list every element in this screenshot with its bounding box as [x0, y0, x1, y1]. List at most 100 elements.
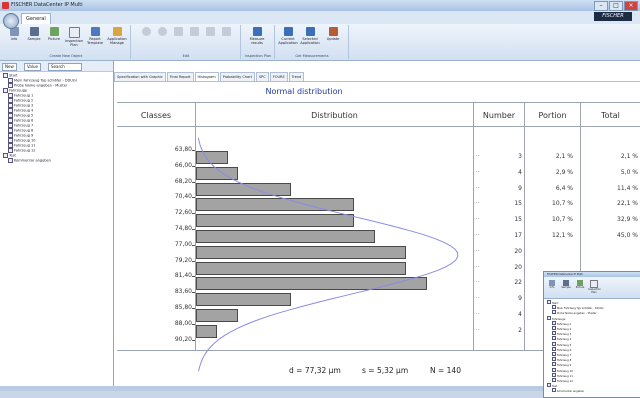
ribbon-button-measure-results[interactable]: Measure results [247, 27, 267, 45]
number-cell: 15 [514, 216, 522, 224]
row-marker: .. [476, 199, 480, 206]
minimize-button[interactable]: – [594, 1, 608, 11]
axis-tick [192, 276, 195, 278]
ribbon-button-current-application[interactable]: Current Application [278, 27, 298, 45]
row-marker: .. [476, 278, 480, 285]
document-icon [68, 27, 80, 38]
row-marker: .. [476, 152, 480, 158]
class-label: 66,00 [174, 161, 192, 169]
tree-item-label: Fahrzeug 11 [14, 143, 36, 148]
row-marker: .. [476, 262, 480, 269]
ribbon-button-sample[interactable]: Sample [24, 27, 44, 41]
row-marker: .. [476, 215, 480, 222]
new-button[interactable]: New [2, 63, 17, 71]
measure-icon [252, 27, 262, 36]
ribbon-button-info[interactable]: Info [4, 27, 24, 41]
search-button[interactable]: Search [48, 63, 82, 71]
checkbox-icon[interactable] [552, 367, 556, 372]
axis-tick [192, 308, 195, 309]
portion-cell: 2,1 % [555, 153, 573, 160]
thumbnail-picture-button: Picture [574, 280, 586, 289]
checkbox-icon[interactable] [552, 331, 556, 336]
checkbox-icon[interactable] [547, 300, 551, 304]
tree-item-label: Probe Name angeben - Muster [557, 312, 597, 316]
tree-item[interactable]: Probe Name angeben - Muster [547, 310, 603, 315]
tree-item-label: Fahrzeug 5 [14, 113, 34, 118]
checkbox-icon[interactable] [552, 346, 556, 351]
tree-item-label: Fahrzeug 3 [14, 103, 34, 108]
ribbon-button-inspection-plan[interactable]: Inspection Plan [64, 27, 84, 47]
chart-title: Normal distribution [265, 87, 343, 96]
tree-item-label: Probe Name angeben - Muster [14, 83, 68, 88]
number-cell: 22 [514, 279, 522, 287]
ribbon-group-label: Create New Object [49, 54, 83, 58]
magnifier-icon [157, 27, 167, 36]
maximize-button[interactable]: □ [609, 1, 623, 11]
checkbox-icon[interactable] [552, 352, 556, 357]
class-label: 88,00 [174, 319, 192, 327]
number-cell: 20 [514, 247, 522, 255]
checkbox-icon[interactable] [552, 326, 556, 331]
checkbox-icon[interactable] [8, 158, 13, 163]
checkbox-icon[interactable] [552, 362, 556, 367]
axis-tick [192, 213, 195, 215]
number-cell: 20 [514, 263, 522, 271]
thumbnail-tree: Start Mein Fahrzeug Typ schläfer - DDUGI P… [547, 300, 603, 394]
ribbon-button-selected-application[interactable]: Selected Application [300, 27, 320, 45]
checkbox-icon[interactable] [547, 383, 551, 388]
axis-tick [192, 260, 195, 262]
delete-button[interactable] [216, 27, 236, 37]
tree-item[interactable]: Kommentar angeben [3, 158, 77, 163]
window-controls: – □ × [594, 1, 638, 11]
checkbox-icon[interactable] [552, 357, 556, 362]
total-cell: 32,9 % [617, 216, 638, 224]
checkbox-icon[interactable] [552, 378, 556, 383]
number-cell: 9 [518, 184, 522, 192]
ribbon-group-label: Edit [182, 54, 190, 58]
tree-item-label: Fahrzeug 9 [14, 133, 34, 138]
sample-icon [29, 27, 39, 36]
axis-tick [192, 197, 195, 199]
row-marker: .. [476, 325, 480, 332]
divider [524, 102, 525, 350]
tree-item-label: Fahrzeug 6 [14, 118, 34, 123]
axis-tick [192, 292, 195, 294]
delete-icon [221, 27, 231, 36]
document-icon [590, 280, 598, 288]
checkbox-icon[interactable] [552, 372, 556, 377]
explorer-panel: New Value Search Start Mein Fahrzeug Typ … [0, 61, 114, 386]
checkbox-icon[interactable] [547, 315, 551, 320]
application-menu-button[interactable] [3, 13, 19, 29]
tree-item-label: Fahrzeug 8 [14, 128, 34, 133]
probe-icon [328, 27, 338, 36]
checkbox-icon[interactable] [552, 320, 556, 325]
number-cell: 4 [518, 168, 522, 176]
ribbon-button-application[interactable]: Application Manage [107, 27, 127, 45]
histogram-bar [196, 245, 406, 259]
tree-item-label: Fahrzeug 12 [557, 380, 573, 384]
number-cell: 9 [518, 295, 522, 303]
checkbox-icon[interactable] [552, 336, 556, 341]
total-cell: 45,0 % [617, 232, 638, 239]
second-window-thumbnail[interactable]: FISCHER DataCenter IP Multi Info Sample … [543, 271, 640, 398]
column-header-portion: Portion [538, 111, 567, 120]
value-button[interactable]: Value [24, 63, 41, 71]
tree-item[interactable]: Kommentar angeben [547, 388, 603, 393]
checkbox-icon[interactable] [552, 310, 556, 315]
checkbox-icon[interactable] [552, 388, 556, 393]
ribbon-button-update[interactable]: Update [323, 27, 343, 41]
divider [473, 102, 474, 350]
checkbox-icon[interactable] [552, 305, 556, 310]
row-marker: .. [476, 246, 480, 253]
ribbon-group-label: Get Measurements [295, 54, 329, 58]
class-label: 77,00 [174, 240, 192, 248]
number-cell: 4 [518, 311, 522, 318]
close-button[interactable]: × [624, 1, 638, 11]
axis-tick [192, 181, 195, 183]
stat-count: N = 140 [430, 366, 461, 375]
total-cell: 5,0 % [620, 168, 638, 176]
tab-general[interactable]: General [21, 13, 51, 24]
ribbon-button-picture[interactable]: Picture [44, 27, 64, 41]
ribbon-button-report-template[interactable]: Report Template [85, 27, 105, 45]
checkbox-icon[interactable] [552, 341, 556, 346]
